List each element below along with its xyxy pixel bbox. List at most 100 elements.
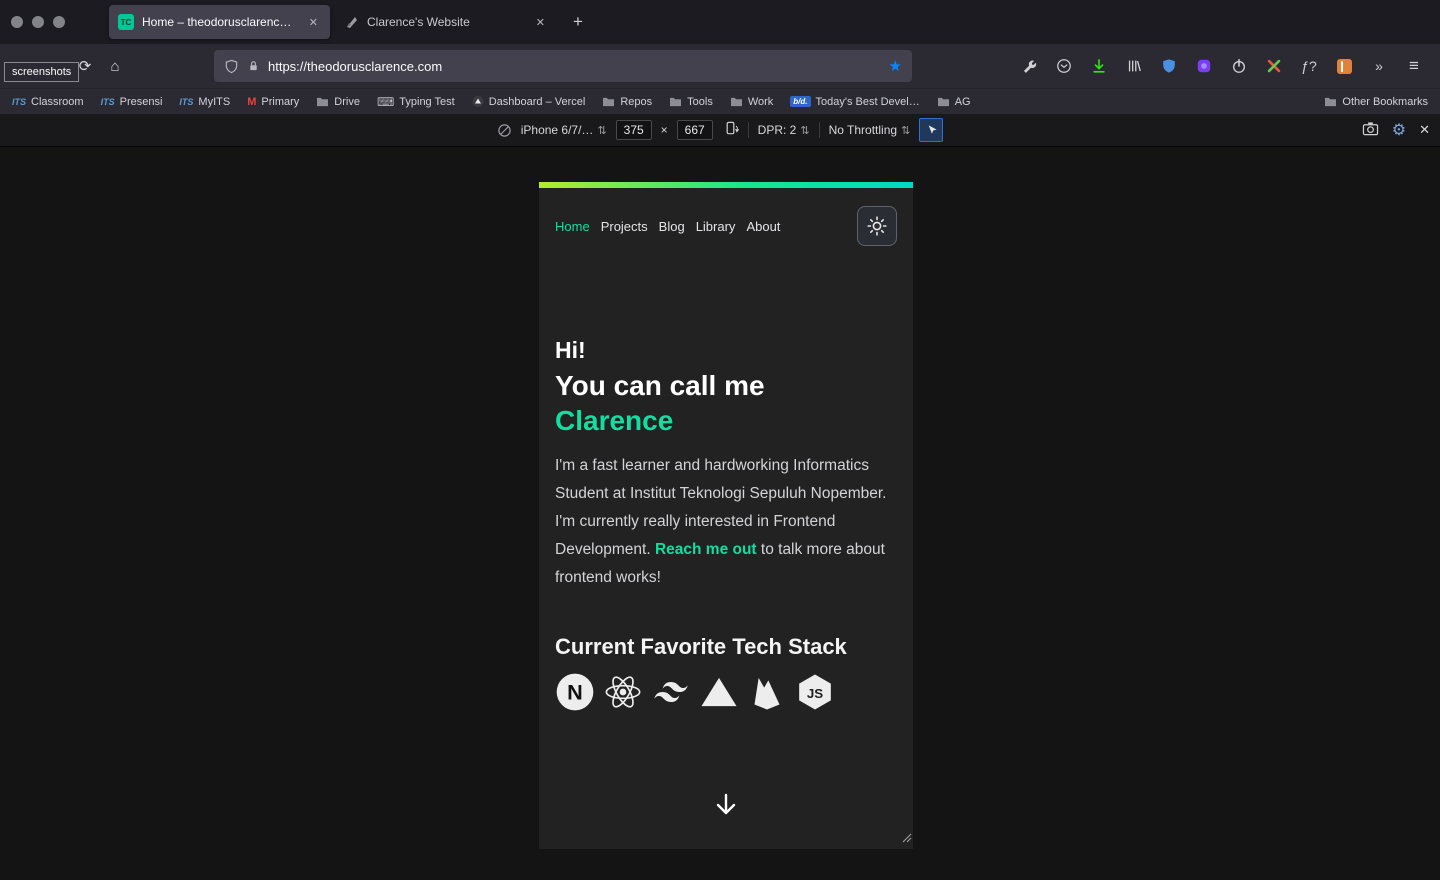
theme-toggle-button[interactable]: [857, 206, 897, 246]
tailwindcss-icon: [654, 681, 688, 702]
rdm-close-icon[interactable]: ✕: [1419, 122, 1430, 138]
device-selector[interactable]: iPhone 6/7/… ⇅: [521, 123, 607, 137]
hero-name: Clarence: [555, 404, 674, 436]
bookmark-todays-best-devel[interactable]: b/d. Today's Best Devel…: [790, 96, 920, 108]
bookmark-folder-tools[interactable]: Tools: [669, 96, 713, 108]
firebase-icon: [754, 677, 780, 710]
gmail-icon: M: [247, 95, 257, 108]
svg-text:JS: JS: [807, 686, 823, 701]
nextjs-icon: N: [556, 673, 594, 711]
downloads-icon[interactable]: [1089, 56, 1109, 76]
accent-gradient-bar: [539, 182, 913, 188]
nav-link-library[interactable]: Library: [696, 219, 736, 234]
bookmark-typing-test[interactable]: ⌨ Typing Test: [377, 95, 455, 109]
tab-home-theodorusclarence[interactable]: TC Home – theodorusclarence.com ✕: [109, 5, 330, 39]
bookmark-gmail-primary[interactable]: M Primary: [247, 96, 299, 108]
react-icon: [605, 676, 641, 708]
bookmark-star-icon[interactable]: ★: [889, 57, 902, 75]
tracking-protection-shield-icon[interactable]: [224, 59, 239, 74]
touch-simulation-toggle[interactable]: [919, 118, 944, 142]
nav-link-blog[interactable]: Blog: [659, 219, 685, 234]
minimize-window-button[interactable]: [32, 16, 44, 28]
device-viewport: Home Projects Blog Library About Hi! You…: [539, 182, 913, 849]
developer-tools-wrench-icon[interactable]: [1019, 56, 1039, 76]
viewport-resize-handle[interactable]: [900, 830, 912, 848]
folder-icon: [937, 97, 949, 107]
tab-favicon: [347, 17, 357, 28]
bfd-badge-icon: b/d.: [790, 96, 811, 107]
bookmark-folder-work[interactable]: Work: [730, 96, 773, 108]
hero-greeting: Hi!: [555, 337, 586, 363]
home-button[interactable]: ⌂: [100, 51, 130, 81]
its-logo-icon: ITS: [179, 96, 194, 107]
bookmark-folder-repos[interactable]: Repos: [602, 96, 652, 108]
nodejs-icon: JS: [799, 674, 831, 710]
its-logo-icon: ITS: [12, 96, 27, 107]
toolbar-extensions: ƒ? » ≡: [1019, 56, 1430, 76]
function-search-icon[interactable]: ƒ?: [1299, 56, 1319, 76]
tab-favicon-tc: TC: [118, 14, 134, 30]
dimension-separator: ×: [660, 123, 668, 137]
sun-icon: [867, 216, 887, 236]
tech-stack-heading: Current Favorite Tech Stack: [555, 633, 847, 659]
hero-line: You can call me: [555, 369, 765, 401]
navigation-toolbar: ← → ⟳ ⌂ https://theodorusclarence.com ★ …: [0, 44, 1440, 88]
bookmark-its-presensi[interactable]: ITS Presensi: [101, 96, 163, 108]
close-window-button[interactable]: [11, 16, 23, 28]
bookmark-its-classroom[interactable]: ITS Classroom: [12, 96, 84, 108]
tab-close-icon[interactable]: ✕: [306, 15, 321, 30]
bookmark-folder-drive[interactable]: Drive: [316, 96, 360, 108]
overflow-chevrons-icon[interactable]: »: [1369, 56, 1389, 76]
keyboard-icon: ⌨: [376, 94, 395, 109]
menu-hamburger-icon[interactable]: ≡: [1404, 56, 1424, 76]
svg-text:N: N: [567, 679, 583, 704]
dpr-selector[interactable]: DPR: 2 ⇅: [758, 123, 810, 137]
maximize-window-button[interactable]: [53, 16, 65, 28]
window-controls: [0, 16, 79, 28]
rdm-settings-gear-icon[interactable]: ⚙: [1392, 120, 1406, 140]
lock-icon[interactable]: [247, 59, 260, 73]
bookmarks-toolbar: ITS Classroom ITS Presensi ITS MyITS M Prima…: [0, 88, 1440, 114]
extension-x-brush-icon[interactable]: [1264, 56, 1284, 76]
library-icon[interactable]: [1124, 56, 1144, 76]
power-icon[interactable]: [1229, 56, 1249, 76]
screenshot-camera-icon[interactable]: [1362, 121, 1379, 139]
hero-section: Hi! You can call me Clarence I'm a fast …: [539, 336, 913, 712]
adblock-shield-icon[interactable]: [1159, 56, 1179, 76]
url-bar[interactable]: https://theodorusclarence.com ★: [214, 50, 912, 82]
reach-me-out-link[interactable]: Reach me out: [655, 541, 757, 558]
vercel-triangle-icon: [472, 96, 484, 107]
viewport-width-input[interactable]: [615, 120, 652, 140]
bookmark-folder-ag[interactable]: AG: [937, 96, 971, 108]
bookmark-vercel-dashboard[interactable]: Dashboard – Vercel: [472, 96, 585, 108]
tab-close-icon[interactable]: ✕: [533, 15, 548, 30]
nav-link-projects[interactable]: Projects: [601, 219, 648, 234]
window-titlebar: TC Home – theodorusclarence.com ✕ Claren…: [0, 0, 1440, 44]
other-bookmarks[interactable]: Other Bookmarks: [1324, 96, 1428, 108]
tab-clarences-website[interactable]: Clarence's Website ✕: [336, 5, 557, 39]
site-nav: Home Projects Blog Library About: [555, 219, 780, 234]
tab-strip: TC Home – theodorusclarence.com ✕ Claren…: [109, 0, 593, 44]
nav-link-about[interactable]: About: [746, 219, 780, 234]
user-agent-icon[interactable]: [497, 123, 512, 138]
screenshots-tooltip: screenshots: [4, 62, 80, 82]
nav-link-home[interactable]: Home: [555, 219, 590, 234]
folder-icon: [603, 97, 615, 107]
chevron-updown-icon: ⇅: [597, 124, 607, 137]
tab-title: Home – theodorusclarence.com: [142, 15, 298, 29]
pocket-icon[interactable]: [1054, 56, 1074, 76]
responsive-design-mode-toolbar: iPhone 6/7/…⇅ × DPR: 2⇅ No Throttling⇅ ⚙…: [0, 114, 1440, 147]
new-tab-button[interactable]: +: [563, 8, 593, 36]
url-text[interactable]: https://theodorusclarence.com: [268, 59, 881, 74]
chevron-updown-icon: ⇅: [901, 124, 911, 137]
tech-stack-icons: N JS: [555, 672, 897, 712]
viewport-height-input[interactable]: [676, 120, 713, 140]
vercel-icon: [701, 677, 737, 706]
bookmark-its-myits[interactable]: ITS MyITS: [179, 96, 230, 108]
separator: [747, 122, 749, 138]
folder-icon: [730, 97, 742, 107]
extension-purple-icon[interactable]: [1194, 56, 1214, 76]
rotate-viewport-button[interactable]: [722, 120, 740, 140]
throttling-selector[interactable]: No Throttling ⇅: [829, 123, 911, 137]
extension-orange-book-icon[interactable]: [1334, 56, 1354, 76]
